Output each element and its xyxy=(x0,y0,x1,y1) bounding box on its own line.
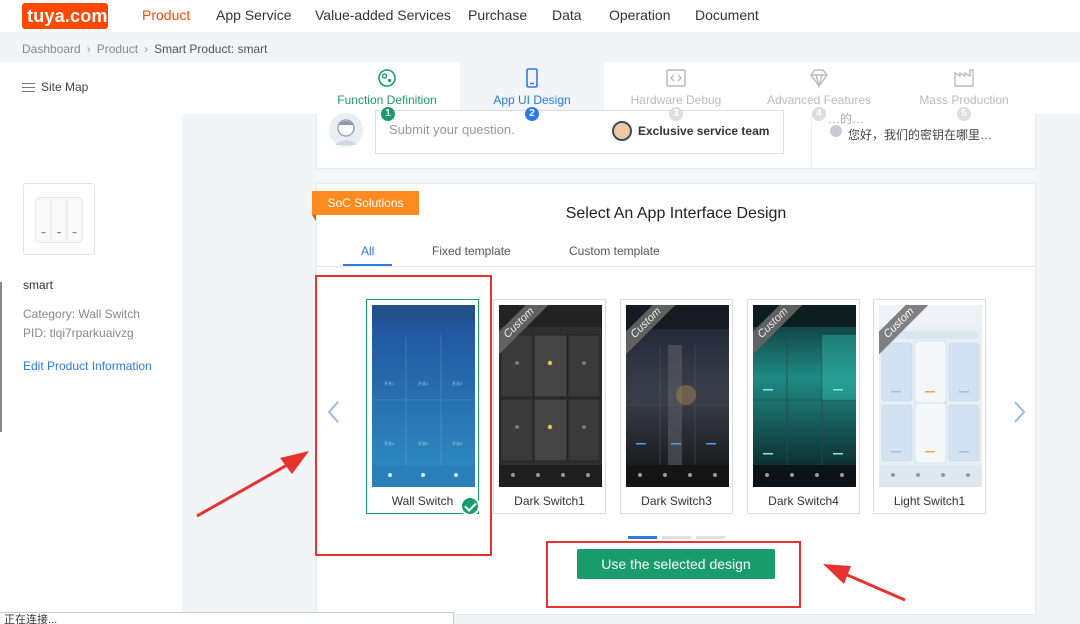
step-number: 4 xyxy=(812,107,826,121)
nav-purchase[interactable]: Purchase xyxy=(468,7,527,23)
step-number: 5 xyxy=(957,107,971,121)
product-image xyxy=(23,183,95,255)
page-dot[interactable] xyxy=(662,536,691,539)
step-number: 3 xyxy=(669,107,683,121)
code-icon xyxy=(666,69,686,87)
nav-app-service[interactable]: App Service xyxy=(216,7,291,23)
steps-bar: Site Map Function Definition App UI Desi… xyxy=(0,62,1080,115)
nav-data[interactable]: Data xyxy=(552,7,582,23)
chat-icon xyxy=(830,125,842,137)
step-label: Mass Production xyxy=(919,93,1009,107)
annotation-box xyxy=(315,275,492,556)
tab-divider xyxy=(316,266,1036,267)
template-card-light-switch1[interactable]: Custom Light Switch1 xyxy=(873,299,986,514)
template-preview: Custom xyxy=(879,305,982,487)
breadcrumb-current: Smart Product: smart xyxy=(154,42,268,56)
function-icon xyxy=(378,69,396,87)
user-avatar xyxy=(329,113,363,147)
annotation-box xyxy=(546,541,801,608)
breadcrumb: Dashboard › Product › Smart Product: smart xyxy=(22,42,267,56)
question-placeholder: Submit your question. xyxy=(389,122,515,137)
browser-status-bar: 正在连接... xyxy=(0,612,454,624)
factory-icon xyxy=(954,69,974,87)
service-team-label[interactable]: Exclusive service team xyxy=(638,124,769,138)
step-label: Advanced Features xyxy=(766,93,872,107)
template-name: Light Switch1 xyxy=(893,494,966,508)
tab-fixed-template[interactable]: Fixed template xyxy=(432,244,511,258)
template-preview: Custom xyxy=(626,305,729,487)
step-label: Function Definition xyxy=(337,93,437,107)
service-team-avatar xyxy=(612,121,632,141)
product-name: smart xyxy=(23,278,53,292)
tab-custom-template[interactable]: Custom template xyxy=(569,244,660,258)
step-number: 1 xyxy=(381,107,395,121)
template-name: Dark Switch1 xyxy=(514,494,585,508)
site-map-button[interactable]: Site Map xyxy=(22,80,88,94)
template-card-dark-switch3[interactable]: Custom Dark Switch3 xyxy=(620,299,733,514)
person-icon xyxy=(335,119,357,145)
page-dot[interactable] xyxy=(696,536,725,539)
faq-item[interactable]: 您好，我们的密钥在哪里… xyxy=(848,126,992,143)
chevron-right-icon: › xyxy=(86,42,91,56)
site-map-label: Site Map xyxy=(41,80,89,94)
chevron-right-icon[interactable] xyxy=(1013,400,1027,424)
panel-edge xyxy=(0,282,2,432)
nav-product[interactable]: Product xyxy=(142,7,190,23)
tab-all[interactable]: All xyxy=(361,244,374,258)
diamond-icon xyxy=(810,69,828,89)
phone-icon xyxy=(526,68,538,88)
step-number: 2 xyxy=(525,107,539,121)
top-nav: tuya.com Product App Service Value-added… xyxy=(0,0,1080,32)
template-card-dark-switch4[interactable]: Custom Dark Switch4 xyxy=(747,299,860,514)
page-dot-active[interactable] xyxy=(628,536,657,539)
chevron-right-icon: › xyxy=(144,42,149,56)
template-name: Dark Switch3 xyxy=(641,494,712,508)
tuya-logo[interactable]: tuya.com xyxy=(22,3,108,29)
product-pid: PID: tlqi7rparkuaivzg xyxy=(23,326,134,340)
edit-product-link[interactable]: Edit Product Information xyxy=(23,359,152,373)
design-title: Select An App Interface Design xyxy=(565,205,787,222)
divider xyxy=(811,114,812,169)
breadcrumb-product[interactable]: Product xyxy=(97,42,138,56)
template-preview: Custom xyxy=(499,305,602,487)
wall-switch-icon xyxy=(35,197,83,243)
template-name: Dark Switch4 xyxy=(768,494,839,508)
menu-icon xyxy=(22,83,35,93)
nav-operation[interactable]: Operation xyxy=(609,7,670,23)
template-card-dark-switch1[interactable]: Custom Dark Switch1 xyxy=(493,299,606,514)
nav-value-added-services[interactable]: Value-added Services xyxy=(315,7,451,23)
breadcrumb-dashboard[interactable]: Dashboard xyxy=(22,42,81,56)
step-label: App UI Design xyxy=(493,93,571,107)
nav-document[interactable]: Document xyxy=(695,7,759,23)
template-preview: Custom xyxy=(753,305,856,487)
product-category: Category: Wall Switch xyxy=(23,307,140,321)
step-label: Hardware Debug xyxy=(630,93,722,107)
